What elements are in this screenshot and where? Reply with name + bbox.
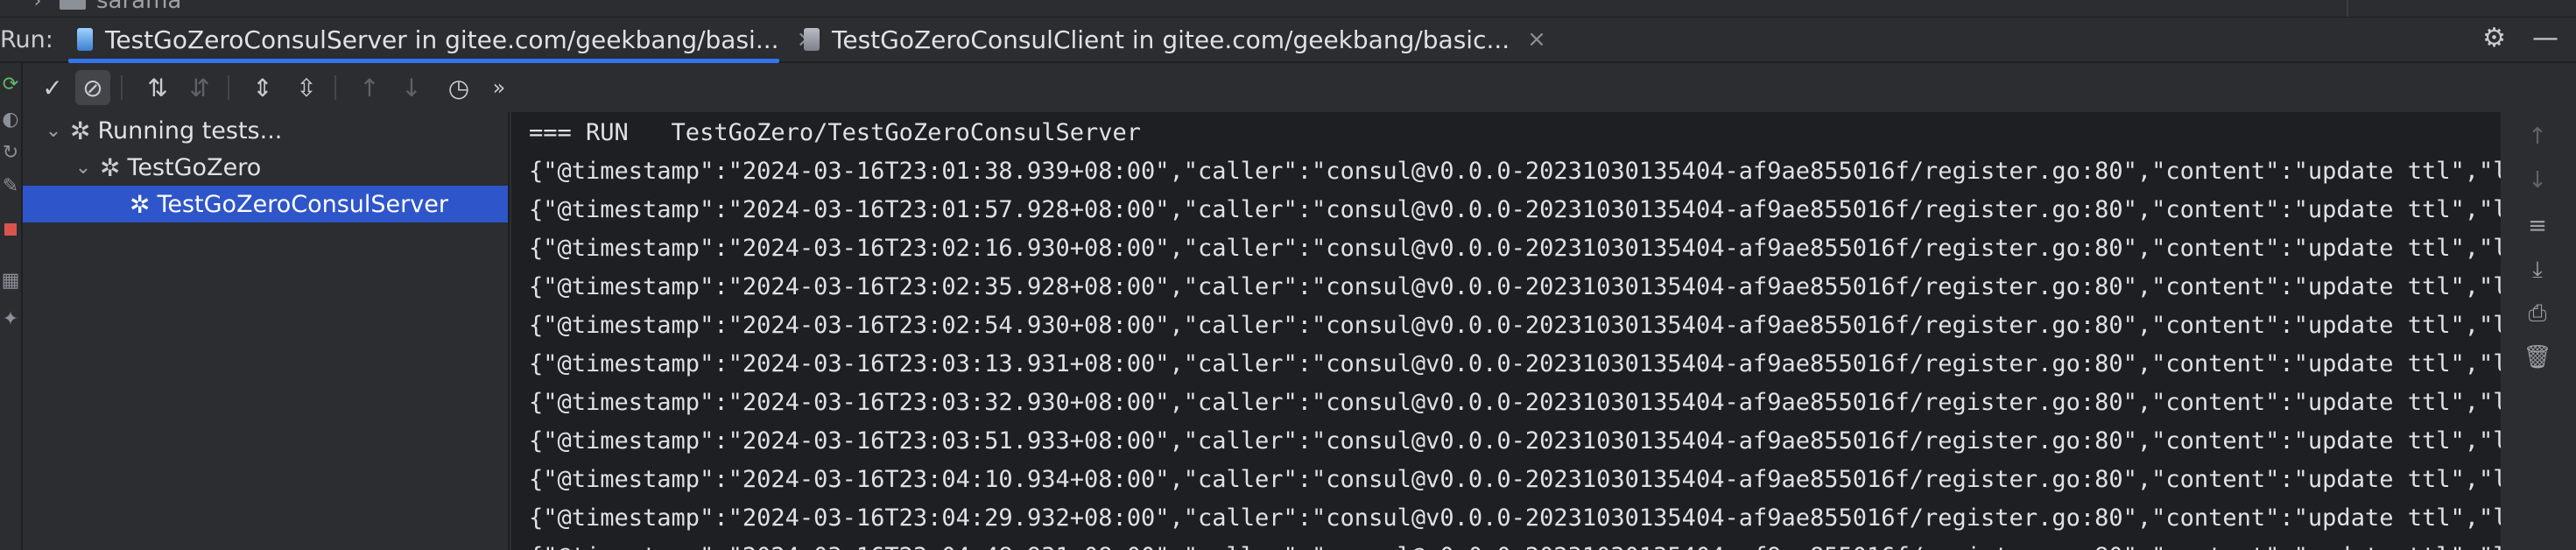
stop-icon[interactable] <box>0 219 21 240</box>
console-line: === RUN TestGoZero/TestGoZeroConsulServe… <box>529 119 1141 146</box>
rerun-icon[interactable]: ⟳ <box>0 74 21 95</box>
show-ignored-icon[interactable]: ⊘ <box>75 70 110 105</box>
run-side-toolbar: ⟳ ◐ ↻ ✎ ▦ ✦ <box>0 63 23 550</box>
chevron-right-icon[interactable]: › <box>26 0 49 12</box>
collapse-all-icon[interactable]: ⇳ <box>289 70 324 105</box>
console-line: {"@timestamp":"2024-03-16T23:04:48.931+0… <box>529 538 2501 550</box>
rerun-failed-icon[interactable]: ◐ <box>0 109 21 130</box>
soft-wrap-icon[interactable]: ≡ <box>2522 210 2553 242</box>
console-line: {"@timestamp":"2024-03-16T23:01:57.928+0… <box>529 196 2501 223</box>
toolbar-separator <box>228 75 229 100</box>
project-tree-fragment[interactable]: › sarama <box>26 0 181 14</box>
tree-item-running-tests[interactable]: ⌄ ✲ Running tests... <box>23 112 508 149</box>
console-line: {"@timestamp":"2024-03-16T23:03:32.930+0… <box>529 389 2501 416</box>
print-icon[interactable]: ⎙ <box>2522 298 2553 329</box>
folder-icon <box>60 0 86 10</box>
tab-label: TestGoZeroConsulClient in gitee.com/geek… <box>832 25 1510 54</box>
arrow-down-icon[interactable]: ↓ <box>2522 165 2553 196</box>
tree-item-testgozero-consul-server[interactable]: ✲ TestGoZeroConsulServer <box>23 186 508 222</box>
pin-icon[interactable]: ✦ <box>0 308 21 330</box>
test-config-icon <box>804 28 820 51</box>
console-line: {"@timestamp":"2024-03-16T23:03:51.933+0… <box>529 427 2501 455</box>
toolbar-separator <box>334 75 336 100</box>
spinner-icon: ✲ <box>70 116 91 145</box>
console-line: {"@timestamp":"2024-03-16T23:02:35.928+0… <box>529 273 2501 300</box>
toggle-auto-test-icon[interactable]: ↻ <box>0 142 21 164</box>
sort-alphabetically-icon[interactable]: ⇅ <box>140 70 175 105</box>
tree-item-label: Running tests... <box>97 116 283 145</box>
tab-test-client[interactable]: TestGoZeroConsulClient in gitee.com/geek… <box>804 18 1546 61</box>
right-panel-edge <box>2347 0 2576 17</box>
chevron-down-icon[interactable]: ⌄ <box>72 157 95 179</box>
test-config-icon <box>77 28 93 51</box>
tree-item-label: TestGoZeroConsulServer <box>157 190 448 218</box>
previous-failed-icon[interactable]: ↑ <box>352 70 387 105</box>
more-actions-icon[interactable]: » <box>482 70 517 105</box>
console-line: {"@timestamp":"2024-03-16T23:03:13.931+0… <box>529 350 2501 377</box>
toolbar-separator <box>121 75 123 100</box>
project-tree-item-label: sarama <box>96 0 182 14</box>
test-tree: ⌄ ✲ Running tests... ⌄ ✲ TestGoZero ✲ Te… <box>23 112 510 550</box>
tabbar-actions: ⚙ — <box>2482 23 2558 53</box>
console-line: {"@timestamp":"2024-03-16T23:01:38.939+0… <box>529 158 2501 185</box>
expand-all-icon[interactable]: ⇕ <box>245 70 280 105</box>
tree-item-testgozero[interactable]: ⌄ ✲ TestGoZero <box>23 149 508 186</box>
trash-icon[interactable]: 🗑 <box>2522 342 2553 373</box>
tab-test-server[interactable]: TestGoZeroConsulServer in gitee.com/geek… <box>77 18 815 61</box>
sort-by-duration-icon[interactable]: ⇵ <box>182 70 217 105</box>
spinner-icon: ✲ <box>100 152 121 182</box>
layout-icon[interactable]: ▦ <box>0 270 21 292</box>
console-line: {"@timestamp":"2024-03-16T23:02:54.930+0… <box>529 312 2501 339</box>
top-strip: › sarama <box>0 0 2576 18</box>
run-tool-window-label: Run: <box>0 26 53 53</box>
console-side-toolbar: ↑ ↓ ≡ ⤓ ⎙ 🗑 <box>2501 112 2576 550</box>
next-failed-icon[interactable]: ↓ <box>394 70 429 105</box>
console-output[interactable]: === RUN TestGoZero/TestGoZeroConsulServe… <box>511 112 2501 550</box>
run-tab-bar: Run: TestGoZeroConsulServer in gitee.com… <box>0 18 2576 63</box>
test-history-icon[interactable]: ◷ <box>441 70 476 105</box>
test-runner-toolbar: ✓ ⊘ ⇅ ⇵ ⇕ ⇳ ↑ ↓ ◷ » <box>23 63 2576 112</box>
console-line: {"@timestamp":"2024-03-16T23:02:16.930+0… <box>529 235 2501 262</box>
spinner-icon: ✲ <box>130 189 151 219</box>
chevron-down-icon[interactable]: ⌄ <box>42 120 65 142</box>
show-passed-icon[interactable]: ✓ <box>35 70 70 105</box>
scroll-to-end-icon[interactable]: ⤓ <box>2522 254 2553 286</box>
gear-icon[interactable]: ⚙ <box>2482 23 2506 53</box>
arrow-up-icon[interactable]: ↑ <box>2522 121 2553 152</box>
close-tab-icon[interactable]: × <box>1527 26 1546 53</box>
console-line: {"@timestamp":"2024-03-16T23:04:29.932+0… <box>529 504 2501 532</box>
tree-item-label: TestGoZero <box>127 153 262 181</box>
console-line: {"@timestamp":"2024-03-16T23:04:10.934+0… <box>529 466 2501 493</box>
minimize-icon[interactable]: — <box>2532 23 2558 53</box>
tab-label: TestGoZeroConsulServer in gitee.com/geek… <box>105 25 779 54</box>
wrench-icon[interactable]: ✎ <box>0 175 21 197</box>
